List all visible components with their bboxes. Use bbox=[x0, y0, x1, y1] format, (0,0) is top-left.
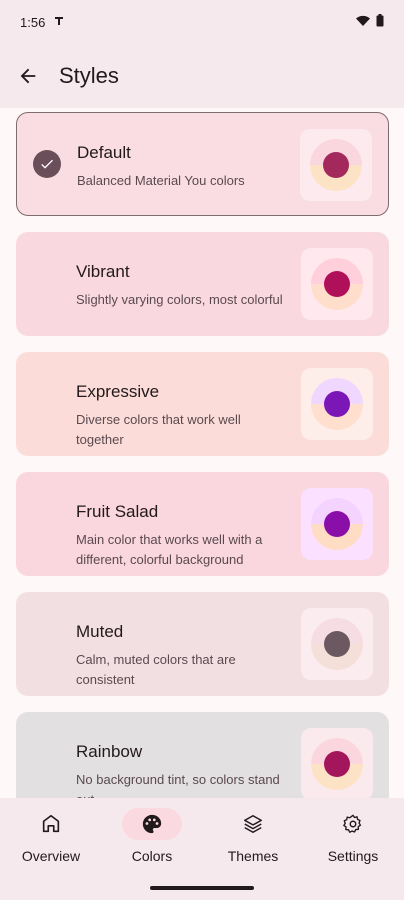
preview-ring bbox=[311, 498, 363, 550]
preview-ring bbox=[310, 139, 362, 191]
gesture-bar[interactable] bbox=[150, 886, 254, 890]
status-time: 1:56 bbox=[20, 14, 46, 30]
color-preview bbox=[301, 248, 373, 320]
style-name: Expressive bbox=[76, 382, 160, 401]
style-name: Fruit Salad bbox=[76, 502, 159, 521]
check-icon bbox=[33, 150, 61, 178]
preview-dot bbox=[324, 631, 350, 657]
style-name: Muted bbox=[76, 622, 124, 641]
style-card-fruit-salad[interactable]: Fruit Salad Main color that works well w… bbox=[16, 472, 389, 576]
style-description: No background tint, so colors stand out bbox=[76, 772, 280, 798]
nav-overview[interactable]: Overview bbox=[1, 808, 101, 864]
preview-dot bbox=[323, 152, 349, 178]
styles-list[interactable]: Default Balanced Material You colors Vib… bbox=[0, 108, 404, 798]
notification-icon bbox=[53, 15, 65, 30]
color-preview bbox=[300, 129, 372, 201]
preview-ring bbox=[311, 738, 363, 790]
nav-colors[interactable]: Colors bbox=[102, 808, 202, 864]
nav-label: Colors bbox=[131, 848, 173, 864]
style-name: Vibrant bbox=[76, 262, 130, 281]
nav-label: Settings bbox=[327, 848, 379, 864]
layers-icon bbox=[244, 815, 262, 833]
preview-dot bbox=[324, 511, 350, 537]
preview-ring bbox=[311, 378, 363, 430]
page-title: Styles bbox=[59, 63, 119, 88]
nav-themes[interactable]: Themes bbox=[203, 808, 303, 864]
preview-ring bbox=[311, 258, 363, 310]
style-card-expressive[interactable]: Expressive Diverse colors that work well… bbox=[16, 352, 389, 456]
style-card-default[interactable]: Default Balanced Material You colors bbox=[16, 112, 389, 216]
arrow-back-icon bbox=[20, 68, 36, 84]
nav-label: Overview bbox=[21, 848, 81, 864]
style-card-rainbow[interactable]: Rainbow No background tint, so colors st… bbox=[16, 712, 389, 798]
status-bar: 1:56 bbox=[0, 0, 404, 44]
style-description: Calm, muted colors that are consistent bbox=[76, 652, 236, 687]
color-preview bbox=[301, 608, 373, 680]
style-name: Rainbow bbox=[76, 742, 143, 761]
style-description: Balanced Material You colors bbox=[77, 173, 245, 188]
palette-icon bbox=[142, 814, 162, 834]
nav-pill bbox=[223, 808, 283, 840]
style-description: Slightly varying colors, most colorful bbox=[76, 292, 283, 307]
style-name: Default bbox=[77, 143, 131, 162]
preview-dot bbox=[324, 271, 350, 297]
preview-dot bbox=[324, 751, 350, 777]
style-description: Diverse colors that work well together bbox=[76, 412, 241, 447]
preview-dot bbox=[324, 391, 350, 417]
nav-label: Themes bbox=[227, 848, 279, 864]
style-card-muted[interactable]: Muted Calm, muted colors that are consis… bbox=[16, 592, 389, 696]
app-bar: Styles bbox=[0, 44, 404, 108]
nav-pill bbox=[122, 808, 182, 840]
gear-icon bbox=[343, 814, 362, 833]
nav-pill bbox=[323, 808, 383, 840]
battery-icon bbox=[376, 14, 384, 30]
nav-pill bbox=[21, 808, 81, 840]
home-icon bbox=[42, 814, 60, 833]
wifi-icon bbox=[356, 15, 370, 30]
nav-settings[interactable]: Settings bbox=[303, 808, 403, 864]
color-preview bbox=[301, 488, 373, 560]
style-description: Main color that works well with a differ… bbox=[76, 532, 263, 567]
color-preview bbox=[301, 728, 373, 798]
style-card-vibrant[interactable]: Vibrant Slightly varying colors, most co… bbox=[16, 232, 389, 336]
bottom-navigation: Overview Colors Themes Settings bbox=[0, 798, 404, 900]
color-preview bbox=[301, 368, 373, 440]
back-button[interactable] bbox=[4, 52, 52, 100]
preview-ring bbox=[311, 618, 363, 670]
